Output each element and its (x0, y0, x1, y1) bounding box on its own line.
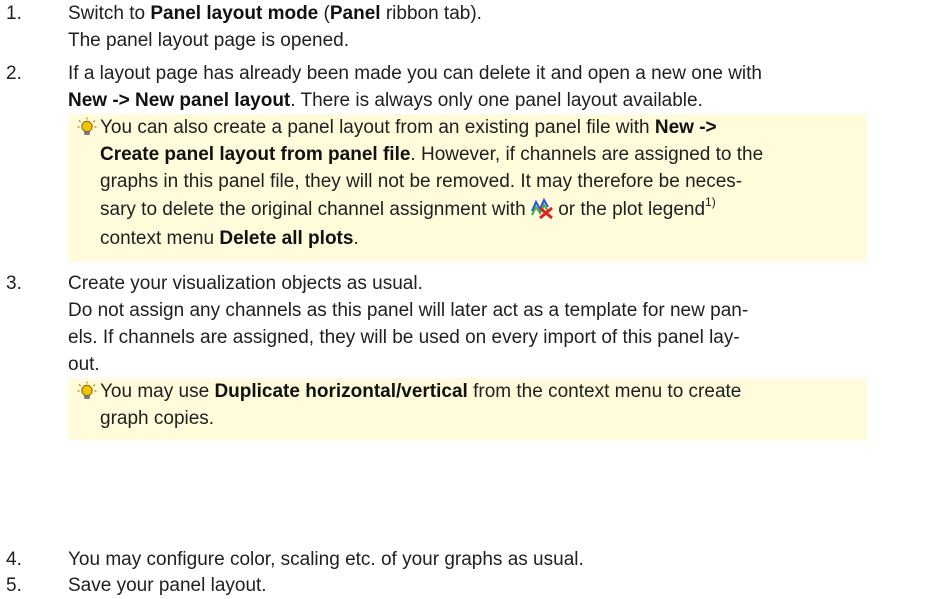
tip-line: Create panel layout from panel file. How… (100, 141, 860, 168)
step-text: out. (68, 354, 100, 375)
step-text: Save your panel layout. (68, 575, 267, 596)
step-body: You may configure color, scaling etc. of… (68, 546, 918, 573)
footnote-marker: 1) (705, 194, 716, 209)
ui-term-delete-all-plots: Delete all plots (219, 228, 354, 249)
text-run: ( (318, 3, 330, 24)
text-run: Switch to (68, 3, 151, 24)
tip-box: You may use Duplicate horizontal/vertica… (68, 378, 867, 440)
step-text: Do not assign any channels as this panel… (68, 300, 749, 321)
delete-plots-icon (531, 197, 553, 219)
step-text: You may configure color, scaling etc. of… (68, 549, 584, 570)
step-text: New -> New panel layout. There is always… (68, 87, 918, 114)
step-number: 4. (6, 549, 22, 570)
tip-line: You can also create a panel layout from … (100, 114, 860, 141)
text-run: . (353, 228, 359, 249)
tip-line: graphs in this panel file, they will not… (100, 171, 743, 192)
step-number: 3. (6, 273, 22, 294)
text-run: or the plot legend (552, 199, 706, 220)
tip-line: context menu Delete all plots. (100, 225, 860, 252)
ui-term-duplicate: Duplicate horizontal/vertical (214, 381, 468, 402)
text-run: context menu (100, 228, 220, 249)
ui-term-new-panel-layout: New -> New panel layout (68, 90, 291, 111)
step-text: els. If channels are assigned, they will… (68, 327, 740, 348)
ui-term-panel: Panel (329, 3, 381, 24)
step-body: Save your panel layout. (68, 572, 918, 599)
step-text: Switch to Panel layout mode (Panel ribbo… (68, 0, 918, 27)
step-number: 1. (6, 3, 22, 24)
text-run: ribbon tab). (380, 3, 482, 24)
lightbulb-icon (77, 117, 97, 135)
step-number: 2. (6, 63, 22, 84)
tip-text: You may use Duplicate horizontal/vertica… (100, 378, 860, 432)
text-run: You may use (100, 381, 215, 402)
text-run: You can also create a panel layout from … (100, 117, 655, 138)
lightbulb-icon (77, 381, 97, 399)
tip-line: graph copies. (100, 408, 215, 429)
step-body: Create your visualization objects as usu… (68, 270, 918, 440)
document-page: 1. Switch to Panel layout mode (Panel ri… (0, 0, 936, 599)
step-text: Create your visualization objects as usu… (68, 273, 423, 294)
step-result: The panel layout page is opened. (68, 30, 349, 51)
step-number: 5. (6, 575, 22, 596)
text-run: sary to delete the original channel assi… (100, 199, 531, 220)
step-text: If a layout page has already been made y… (68, 63, 762, 84)
text-run: . However, if channels are assigned to t… (410, 144, 764, 165)
tip-box: You can also create a panel layout from … (68, 114, 867, 262)
text-run: . There is always only one panel layout … (290, 90, 703, 111)
text-run: from the context menu to create (467, 381, 742, 402)
step-body: Switch to Panel layout mode (Panel ribbo… (68, 0, 918, 54)
tip-line: sary to delete the original channel assi… (100, 195, 860, 225)
ui-term-create-panel-layout: Create panel layout from panel file (100, 144, 411, 165)
ui-term-new: New -> (654, 117, 717, 138)
tip-line: You may use Duplicate horizontal/vertica… (100, 378, 860, 405)
step-body: If a layout page has already been made y… (68, 60, 918, 262)
ui-term-panel-layout-mode: Panel layout mode (150, 3, 319, 24)
tip-text: You can also create a panel layout from … (100, 114, 860, 252)
